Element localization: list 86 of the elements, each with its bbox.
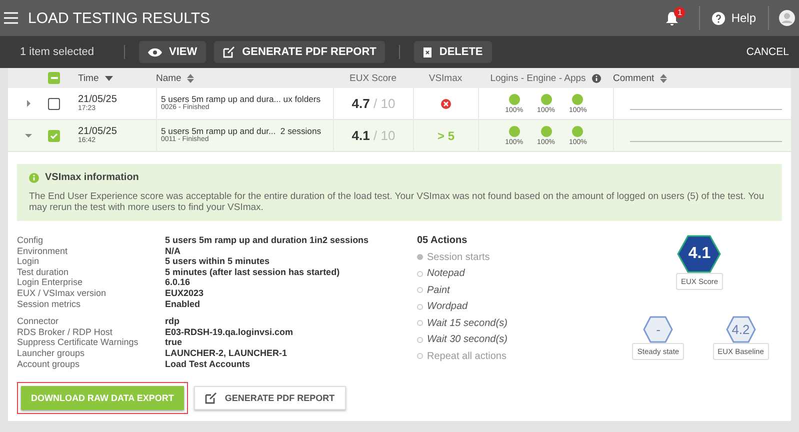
- detail-label: Connector: [17, 316, 60, 327]
- detail-label: EUX / VSImax version: [17, 288, 108, 299]
- menu-icon[interactable]: [4, 12, 18, 24]
- sort-icon[interactable]: [187, 74, 194, 82]
- info-title: VSImax information: [45, 172, 139, 183]
- check-icon: [50, 132, 58, 138]
- info-icon[interactable]: [592, 74, 601, 82]
- detail-value: Load Test Accounts: [165, 358, 252, 370]
- detail-value: 5 minutes (after last session has started): [165, 266, 341, 278]
- help-icon[interactable]: [712, 12, 726, 24]
- detail-value: rdp: [165, 316, 180, 327]
- detail-value: 6.0.16: [165, 277, 192, 288]
- detail-value: E03-RDSH-19.qa.loginvsi.com: [165, 326, 294, 338]
- sort-down-icon[interactable]: [104, 76, 113, 80]
- action-step: Notepad: [427, 268, 465, 280]
- avatar-icon[interactable]: [779, 10, 795, 26]
- select-all-checkbox[interactable]: [48, 72, 60, 84]
- sort-icon[interactable]: [660, 74, 668, 82]
- action-step: Repeat all actions: [427, 350, 506, 362]
- expand-caret-icon[interactable]: [24, 100, 32, 107]
- score-hexagon: 4.2: [726, 316, 756, 344]
- error-icon: [441, 98, 451, 108]
- delete-button[interactable]: DELETE: [414, 41, 492, 63]
- test-name[interactable]: 5 users 5m ramp up and dura... ux folders: [161, 94, 321, 104]
- column-header[interactable]: Name: [156, 72, 194, 84]
- eux-score: 4.7 / 10: [352, 96, 396, 111]
- help-link[interactable]: Help: [731, 11, 756, 25]
- detail-label: Suppress Certificate Warnings: [17, 337, 140, 348]
- action-step: Session starts: [427, 252, 490, 263]
- selection-count: 1 item selected: [20, 46, 94, 58]
- view-button[interactable]: VIEW: [138, 41, 206, 63]
- detail-label: RDS Broker / RDP Host: [17, 326, 114, 338]
- detail-value: true: [165, 337, 184, 348]
- column-header[interactable]: Logins - Engine - Apps: [490, 72, 586, 84]
- detail-label: Login: [17, 256, 40, 267]
- collapse-caret-icon[interactable]: [24, 132, 32, 139]
- detail-label: Login Enterprise: [17, 277, 84, 288]
- test-name[interactable]: 5 users 5m ramp up and dur... 2 sessions: [161, 126, 322, 136]
- column-header[interactable]: VSImax: [428, 72, 462, 84]
- step-dot-icon: [417, 254, 423, 260]
- date-text: 21/05/25: [78, 94, 117, 106]
- column-header[interactable]: Comment: [613, 72, 668, 84]
- date-text: 21/05/25: [78, 126, 117, 138]
- eye-icon: [148, 48, 162, 56]
- eux-score: 4.1 / 10: [352, 128, 396, 143]
- bell-icon[interactable]: [665, 10, 680, 26]
- detail-label: Config: [17, 235, 44, 246]
- page-title: LOAD TESTING RESULTS: [28, 10, 211, 26]
- info-text: The End User Experience score was acceptable for the entire duration of the load test. Your VSImax was not found based on the amount of logged on users (5) of the test. You may rerun the test with more users to find your VSImax.: [29, 191, 766, 213]
- edit-icon: [204, 392, 217, 404]
- step-dot-icon: [417, 320, 423, 326]
- notification-badge: 1: [674, 6, 686, 18]
- row-checkbox[interactable]: [48, 98, 60, 110]
- detail-value: Enabled: [165, 298, 202, 310]
- action-step: Paint: [427, 284, 450, 296]
- step-dot-icon: [417, 304, 423, 310]
- actions-title: 05 Actions: [417, 235, 468, 246]
- detail-value: 5 users within 5 minutes: [165, 256, 271, 267]
- action-step: Wait 15 second(s): [427, 318, 508, 329]
- step-dot-icon: [417, 336, 423, 343]
- action-step: Wait 30 second(s): [427, 334, 508, 346]
- detail-value: 5 users 5m ramp up and duration 1in2 sessions: [165, 235, 370, 246]
- detail-value: EUX2023: [165, 288, 205, 299]
- minus-icon: [50, 77, 58, 79]
- step-dot-icon: [417, 270, 423, 277]
- detail-label: Environment: [17, 246, 69, 256]
- info-icon: [29, 172, 39, 182]
- score-hexagon: -: [643, 316, 674, 344]
- column-header[interactable]: EUX Score: [350, 72, 396, 84]
- step-dot-icon: [417, 353, 423, 360]
- generate-report-button[interactable]: GENERATE PDF REPORT: [194, 386, 346, 410]
- detail-label: Account groups: [17, 358, 81, 370]
- column-header[interactable]: Time: [78, 72, 113, 84]
- detail-label: Test duration: [17, 266, 70, 278]
- generate-report-button[interactable]: GENERATE PDF REPORT: [214, 41, 386, 63]
- detail-label: Launcher groups: [17, 348, 86, 359]
- vsimax-value: > 5: [437, 128, 454, 142]
- action-step: Wordpad: [427, 301, 468, 312]
- detail-value: N/A: [165, 246, 182, 256]
- edit-icon: [223, 46, 236, 58]
- detail-label: Session metrics: [17, 298, 82, 310]
- detail-value: LAUNCHER-2, LAUNCHER-1: [165, 348, 288, 359]
- row-checkbox[interactable]: [48, 130, 60, 142]
- step-dot-icon: [417, 287, 423, 294]
- cancel-button[interactable]: CANCEL: [746, 46, 789, 58]
- score-hexagon: 4.1: [677, 235, 722, 273]
